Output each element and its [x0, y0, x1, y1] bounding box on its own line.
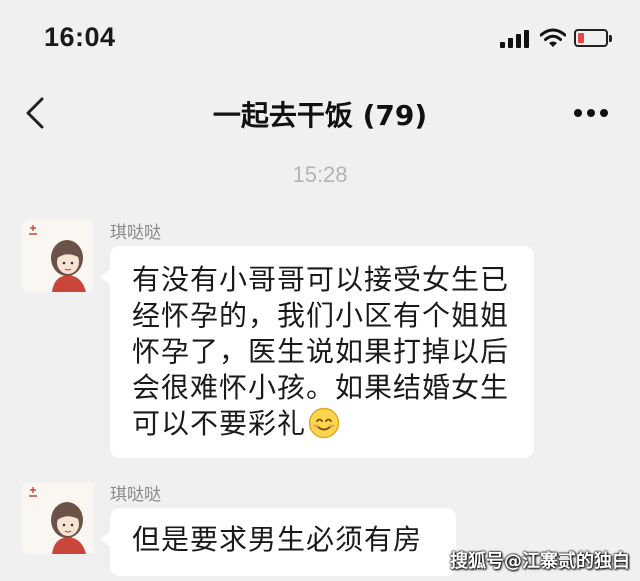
chat-title: 一起去干饭 (79) [212, 99, 428, 132]
message-timestamp: 15:28 [292, 162, 348, 187]
avatar[interactable] [22, 220, 94, 292]
battery-low-icon [574, 29, 612, 47]
cellular-signal-icon [500, 30, 530, 48]
ellipsis-icon[interactable] [574, 108, 608, 118]
message-line: 但是要求男生必须有房 [132, 523, 423, 556]
cartoon-girl-avatar [22, 220, 94, 292]
sender-name: 琪哒哒 [110, 485, 161, 505]
message-line: 怀孕了，医生说如果打掉以后 [132, 335, 510, 368]
status-bar: 16:04 [0, 0, 640, 80]
wifi-icon [540, 28, 566, 47]
message-line: 会很难怀小孩。如果结婚女生 [132, 371, 510, 404]
watermark: 搜狐号@江寨贰的独白 [450, 551, 630, 572]
smiling-face-icon [308, 407, 340, 439]
cartoon-girl-avatar [22, 482, 94, 554]
status-time: 16:04 [44, 22, 116, 52]
message-line: 有没有小哥哥可以接受女生已 [132, 263, 510, 296]
chat-header: 一起去干饭 (79) [0, 80, 640, 146]
message-bubble[interactable]: 但是要求男生必须有房 [101, 508, 456, 576]
message-line: 可以不要彩礼 [132, 406, 514, 442]
message-bubble[interactable]: 有没有小哥哥可以接受女生已 经怀孕的，我们小区有个姐姐 怀孕了，医生说如果打掉以… [101, 246, 534, 458]
sender-name: 琪哒哒 [110, 223, 161, 243]
avatar[interactable] [22, 482, 94, 554]
message-line: 经怀孕的，我们小区有个姐姐 [132, 299, 510, 332]
